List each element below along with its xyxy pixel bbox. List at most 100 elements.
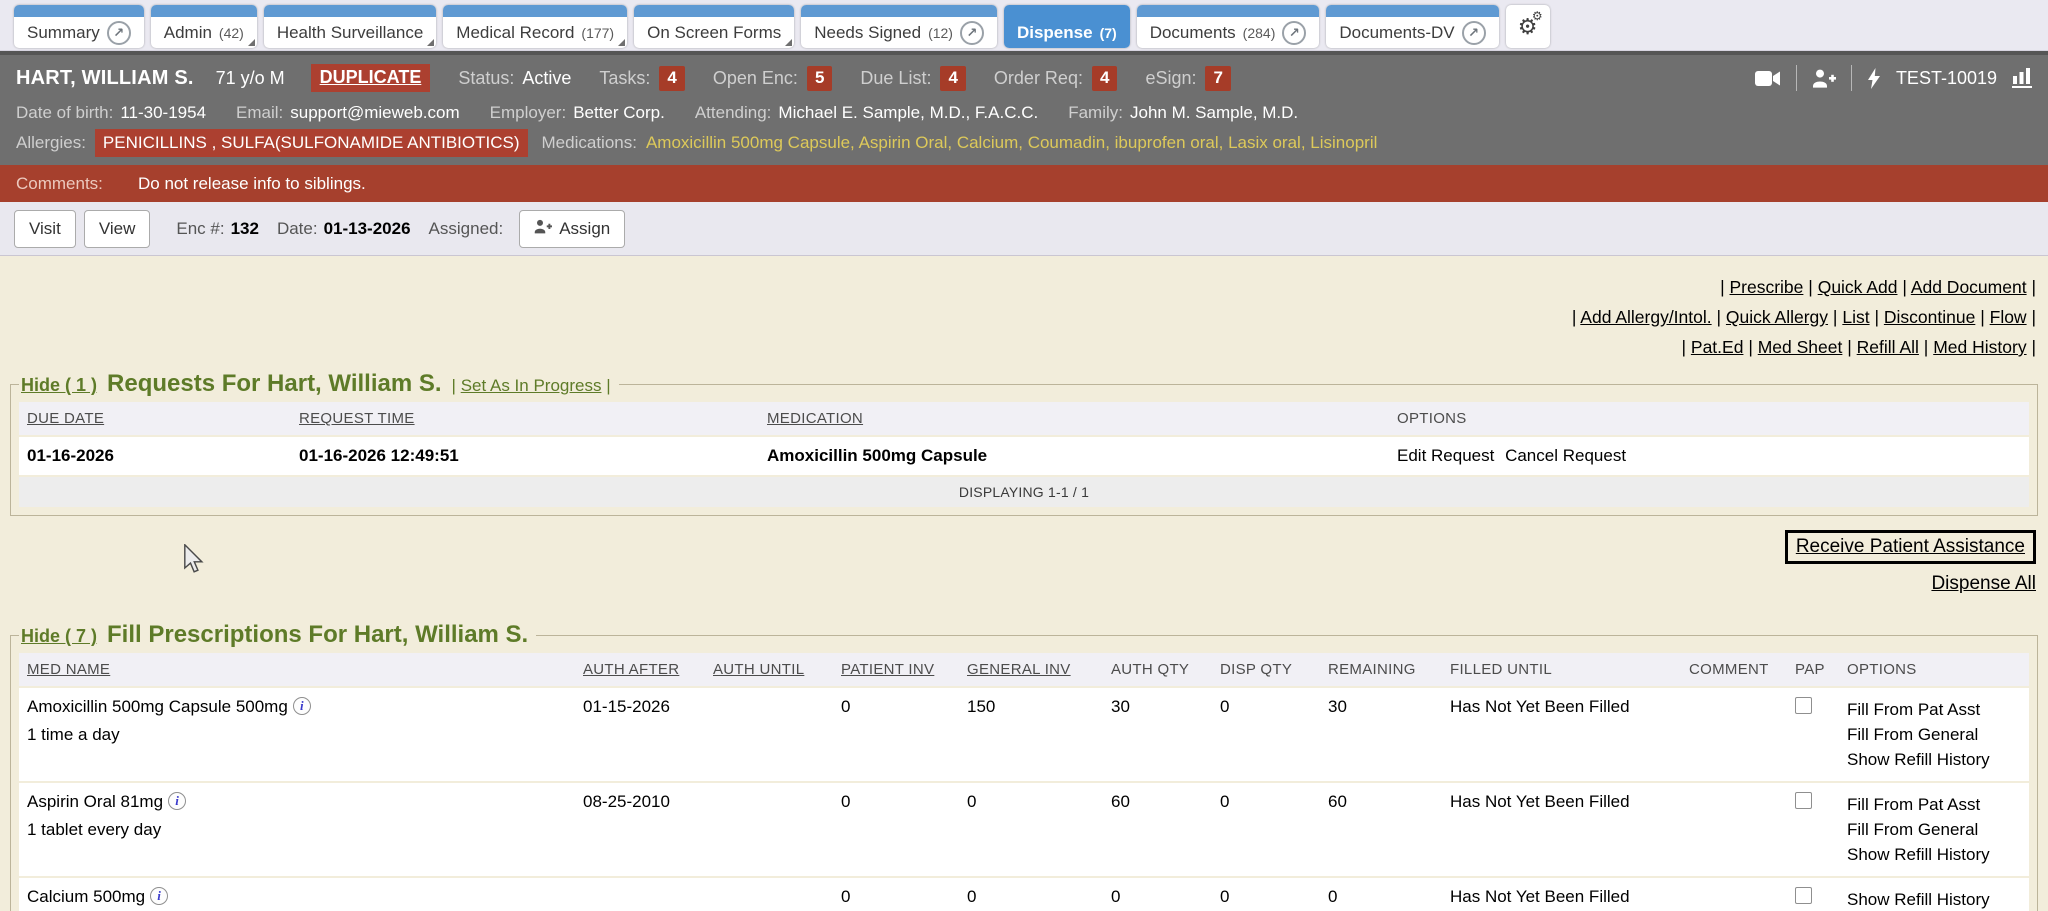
employer-label: Employer: xyxy=(490,103,567,122)
tab-health-surveillance[interactable]: Health Surveillance xyxy=(264,5,436,48)
add-allergy-intol-link[interactable]: Add Allergy/Intol. xyxy=(1580,307,1711,327)
col-med-name[interactable]: MED NAME xyxy=(19,653,575,686)
tab-dispense[interactable]: Dispense (7) xyxy=(1004,5,1130,48)
fill-row-aspirin: Aspirin Oral 81mgi 1 tablet every day 08… xyxy=(19,783,2029,876)
medication-link[interactable]: Coumadin xyxy=(1028,133,1115,152)
family-value: John M. Sample, M.D. xyxy=(1130,103,1298,122)
fill-hide-link[interactable]: Hide ( 7 ) xyxy=(21,626,97,647)
col-auth-after[interactable]: AUTH AFTER xyxy=(575,653,705,686)
tab-summary[interactable]: Summary ↗ xyxy=(14,5,144,48)
status-value: Active xyxy=(522,68,571,89)
col-request-time[interactable]: REQUEST TIME xyxy=(291,402,759,435)
tab-label: On Screen Forms xyxy=(647,23,781,43)
fill-from-pat-asst-link[interactable]: Fill From Pat Asst xyxy=(1847,697,2021,722)
open-enc-count-badge[interactable]: 5 xyxy=(807,66,832,91)
med-history-link[interactable]: Med History xyxy=(1933,337,2026,357)
fill-from-general-link[interactable]: Fill From General xyxy=(1847,817,2021,842)
show-refill-history-link[interactable]: Show Refill History xyxy=(1847,842,2021,867)
tab-label: Documents xyxy=(1150,23,1236,43)
medication-link[interactable]: Amoxicillin 500mg Capsule xyxy=(646,133,859,152)
set-as-in-progress-link[interactable]: Set As In Progress xyxy=(461,376,602,395)
medication-link[interactable]: Aspirin Oral xyxy=(859,133,957,152)
col-medication[interactable]: MEDICATION xyxy=(759,402,1389,435)
request-due-date: 01-16-2026 xyxy=(19,437,291,475)
fill-from-pat-asst-link[interactable]: Fill From Pat Asst xyxy=(1847,792,2021,817)
col-general-inv[interactable]: GENERAL INV xyxy=(959,653,1103,686)
tab-documents[interactable]: Documents (284) ↗ xyxy=(1137,5,1320,48)
tab-documents-dv[interactable]: Documents-DV ↗ xyxy=(1326,5,1498,48)
popout-icon[interactable]: ↗ xyxy=(1462,21,1486,45)
col-auth-until[interactable]: AUTH UNTIL xyxy=(705,653,833,686)
flow-link[interactable]: Flow xyxy=(1990,307,2027,327)
medication-link[interactable]: Lisinopril xyxy=(1310,133,1377,152)
quick-allergy-link[interactable]: Quick Allergy xyxy=(1726,307,1828,327)
visit-button[interactable]: Visit xyxy=(14,210,76,248)
order-req-count-badge[interactable]: 4 xyxy=(1092,66,1117,91)
popout-icon[interactable]: ↗ xyxy=(107,21,131,45)
tab-medical-record[interactable]: Medical Record (177) xyxy=(443,5,627,48)
info-icon[interactable]: i xyxy=(150,887,168,905)
tab-needs-signed[interactable]: Needs Signed (12) ↗ xyxy=(801,5,997,48)
prescribe-link[interactable]: Prescribe xyxy=(1729,277,1803,297)
dispense-all-link[interactable]: Dispense All xyxy=(1931,573,2036,594)
fill-from-general-link[interactable]: Fill From General xyxy=(1847,722,2021,747)
tab-accent xyxy=(1004,5,1130,17)
pap-cell xyxy=(1787,688,1839,781)
due-list-count-badge[interactable]: 4 xyxy=(940,66,965,91)
auth-qty: 60 xyxy=(1103,783,1212,876)
popout-icon[interactable]: ↗ xyxy=(1282,21,1306,45)
view-button[interactable]: View xyxy=(84,210,151,248)
pap-checkbox[interactable] xyxy=(1795,697,1812,714)
due-list-label: Due List: xyxy=(860,68,931,89)
chart-icon[interactable] xyxy=(2012,68,2032,88)
request-time: 01-16-2026 12:49:51 xyxy=(291,437,759,475)
col-due-date[interactable]: DUE DATE xyxy=(19,402,291,435)
medication-link[interactable]: Lasix oral xyxy=(1228,133,1310,152)
tab-count: (42) xyxy=(219,25,244,41)
pat-ed-link[interactable]: Pat.Ed xyxy=(1691,337,1744,357)
options-cell: Fill From Pat Asst Fill From General Sho… xyxy=(1839,688,2029,781)
tasks-count-badge[interactable]: 4 xyxy=(659,66,684,91)
requests-header-row: DUE DATE REQUEST TIME MEDICATION OPTIONS xyxy=(19,402,2029,435)
tab-count: (12) xyxy=(928,25,953,41)
tab-label: Health Surveillance xyxy=(277,23,423,43)
fill-legend: Hide ( 7 ) Fill Prescriptions For Hart, … xyxy=(19,621,536,649)
col-patient-inv[interactable]: PATIENT INV xyxy=(833,653,959,686)
quick-add-link[interactable]: Quick Add xyxy=(1818,277,1898,297)
options-cell: Show Refill History xyxy=(1839,878,2029,911)
allergies-medications-row: Allergies: PENICILLINS , SULFA(SULFONAMI… xyxy=(0,127,2048,159)
show-refill-history-link[interactable]: Show Refill History xyxy=(1847,747,2021,772)
info-icon[interactable]: i xyxy=(293,697,311,715)
discontinue-link[interactable]: Discontinue xyxy=(1884,307,1975,327)
tab-settings-button[interactable]: ⚙ ⚙ xyxy=(1506,5,1550,48)
tab-label: Summary xyxy=(27,23,100,43)
pap-checkbox[interactable] xyxy=(1795,887,1812,904)
video-call-icon[interactable] xyxy=(1755,70,1781,87)
add-document-link[interactable]: Add Document xyxy=(1911,277,2027,297)
assign-button[interactable]: Assign xyxy=(519,210,625,248)
show-refill-history-link[interactable]: Show Refill History xyxy=(1847,887,2021,911)
tab-on-screen-forms[interactable]: On Screen Forms xyxy=(634,5,794,48)
allergies-value[interactable]: PENICILLINS , SULFA(SULFONAMIDE ANTIBIOT… xyxy=(95,129,528,157)
lightning-icon[interactable] xyxy=(1867,68,1881,89)
remaining: 0 xyxy=(1320,878,1442,911)
pap-checkbox[interactable] xyxy=(1795,792,1812,809)
receive-patient-assistance-link[interactable]: Receive Patient Assistance xyxy=(1796,536,2025,557)
auth-until xyxy=(705,878,833,911)
duplicate-badge[interactable]: DUPLICATE xyxy=(311,64,431,92)
cancel-request-link[interactable]: Cancel Request xyxy=(1505,446,1626,465)
info-icon[interactable]: i xyxy=(168,792,186,810)
edit-request-link[interactable]: Edit Request xyxy=(1397,446,1494,465)
medication-link[interactable]: ibuprofen oral xyxy=(1115,133,1228,152)
refill-all-link[interactable]: Refill All xyxy=(1857,337,1919,357)
col-options: OPTIONS xyxy=(1389,402,2029,435)
med-sheet-link[interactable]: Med Sheet xyxy=(1758,337,1843,357)
add-person-icon[interactable] xyxy=(1812,69,1836,88)
requests-hide-link[interactable]: Hide ( 1 ) xyxy=(21,375,97,396)
popout-icon[interactable]: ↗ xyxy=(960,21,984,45)
medication-link[interactable]: Calcium xyxy=(957,133,1028,152)
tab-admin[interactable]: Admin (42) xyxy=(151,5,257,48)
list-link[interactable]: List xyxy=(1842,307,1869,327)
comment xyxy=(1681,783,1787,876)
esign-count-badge[interactable]: 7 xyxy=(1205,66,1230,91)
